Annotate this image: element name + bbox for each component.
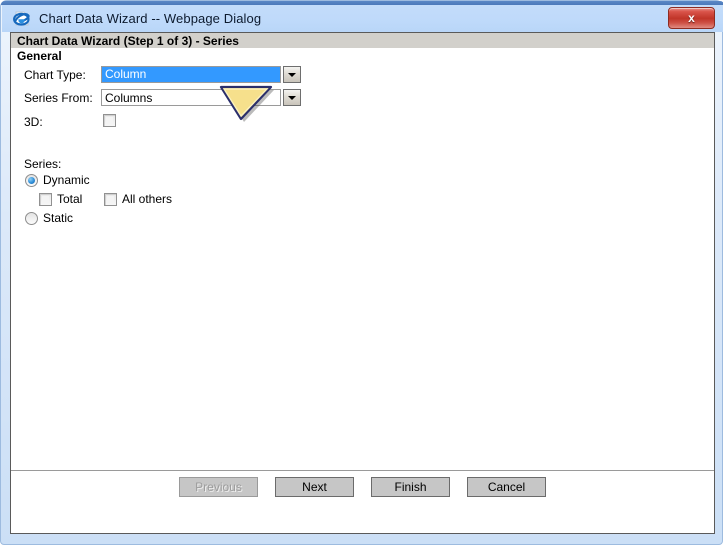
series-from-row: Series From: Columns — [11, 89, 714, 109]
wizard-section-subtitle: General — [17, 49, 62, 63]
series-checkbox-all-others-label: All others — [122, 192, 173, 206]
series-option-dynamic-label: Dynamic — [43, 173, 90, 187]
series-checkbox-all-others[interactable]: All others — [104, 192, 172, 206]
series-from-combobox[interactable]: Columns — [101, 89, 281, 106]
chart-type-row: Chart Type: Column — [11, 66, 714, 86]
dialog-window: Chart Data Wizard -- Webpage Dialog x Ch… — [0, 0, 723, 545]
series-from-value: Columns — [105, 90, 153, 105]
all-others-checkbox[interactable] — [104, 192, 117, 206]
footer-separator — [11, 470, 714, 471]
total-checkbox[interactable] — [39, 192, 52, 206]
close-icon: x — [688, 11, 695, 25]
series-checkbox-total-label: Total — [57, 192, 83, 206]
internet-explorer-icon — [13, 10, 30, 27]
radio-dynamic-icon[interactable] — [25, 173, 38, 187]
series-from-label: Series From: — [24, 91, 93, 105]
close-button[interactable]: x — [668, 7, 715, 29]
chart-type-combobox[interactable]: Column — [101, 66, 281, 83]
chart-type-label: Chart Type: — [24, 68, 86, 82]
series-checkbox-total[interactable]: Total — [39, 192, 82, 206]
title-bar[interactable]: Chart Data Wizard -- Webpage Dialog x — [2, 5, 723, 32]
series-group-label: Series: — [24, 157, 62, 171]
three-d-checkbox[interactable] — [103, 114, 116, 127]
three-d-label: 3D: — [24, 115, 43, 129]
series-option-static[interactable]: Static — [25, 211, 73, 225]
next-button[interactable]: Next — [275, 477, 354, 497]
dialog-button-bar: Previous Next Finish Cancel — [11, 477, 714, 497]
chart-type-dropdown-button[interactable] — [283, 66, 301, 83]
finish-button[interactable]: Finish — [371, 477, 450, 497]
wizard-form: Chart Type: Column Series From: Columns — [11, 66, 714, 134]
radio-static-icon[interactable] — [25, 211, 38, 225]
wizard-header-band: Chart Data Wizard (Step 1 of 3) - Series — [11, 33, 714, 48]
three-d-row: 3D: — [11, 113, 714, 133]
chevron-down-icon — [288, 95, 296, 100]
chevron-down-icon — [288, 72, 296, 77]
previous-button[interactable]: Previous — [179, 477, 258, 497]
window-title: Chart Data Wizard -- Webpage Dialog — [39, 11, 262, 26]
series-option-static-label: Static — [43, 211, 74, 225]
series-from-dropdown-button[interactable] — [283, 89, 301, 106]
dialog-client-area: Chart Data Wizard (Step 1 of 3) - Series… — [10, 32, 715, 534]
series-option-dynamic[interactable]: Dynamic — [25, 173, 90, 187]
cancel-button[interactable]: Cancel — [467, 477, 546, 497]
chart-type-value: Column — [102, 67, 280, 82]
wizard-step-title: Chart Data Wizard (Step 1 of 3) - Series — [17, 33, 239, 48]
